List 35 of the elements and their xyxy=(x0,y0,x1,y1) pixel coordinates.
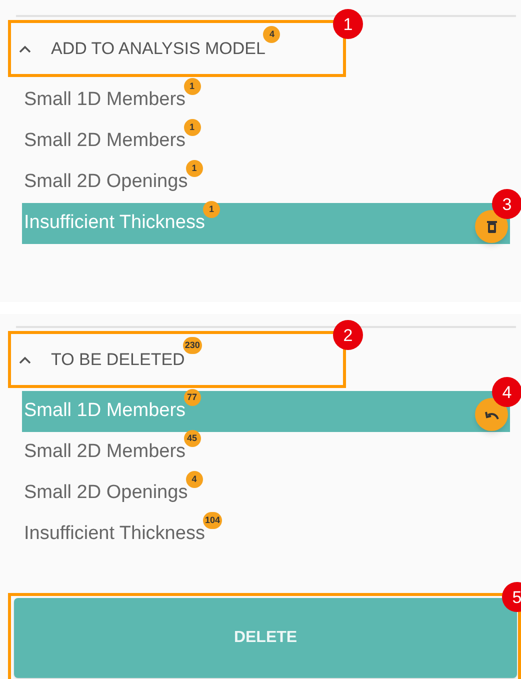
list-item[interactable]: Insufficient Thickness 104 xyxy=(22,514,510,555)
section-title: TO BE DELETED xyxy=(51,348,185,371)
callout-marker: 4 xyxy=(492,377,521,407)
item-label: Small 2D Members xyxy=(24,440,186,464)
section-title: ADD TO ANALYSIS MODEL xyxy=(51,38,266,60)
item-label: Small 1D Members xyxy=(24,399,186,424)
count-badge: 1 xyxy=(202,201,220,218)
item-label: Small 2D Openings xyxy=(24,170,188,194)
item-label: Small 2D Members xyxy=(24,129,186,154)
callout-marker: 1 xyxy=(333,9,363,39)
collapse-toggle[interactable] xyxy=(19,44,31,52)
undo-icon xyxy=(484,410,498,420)
count-badge: 77 xyxy=(184,389,201,406)
collapse-toggle[interactable] xyxy=(19,356,31,364)
list-item[interactable]: Small 2D Members 45 xyxy=(22,432,510,473)
count-badge: 1 xyxy=(184,119,201,136)
count-badge: 230 xyxy=(182,337,202,354)
list-item[interactable]: Small 2D Openings 4 xyxy=(22,473,510,514)
count-badge: 104 xyxy=(202,512,222,529)
count-badge: 4 xyxy=(186,471,203,488)
count-badge: 1 xyxy=(184,78,201,95)
item-label: Insufficient Thickness xyxy=(24,211,205,236)
list-item[interactable]: Small 2D Members 1 xyxy=(22,121,510,162)
chevron-icon xyxy=(19,356,31,364)
callout-marker: 3 xyxy=(492,189,521,219)
trash-icon xyxy=(486,220,496,232)
callout-marker: 2 xyxy=(333,320,363,350)
item-label: Insufficient Thickness xyxy=(24,523,205,546)
chevron-icon xyxy=(19,44,31,52)
count-badge: 1 xyxy=(186,160,203,177)
count-badge: 4 xyxy=(263,26,280,43)
list-item[interactable]: Small 1D Members 1 xyxy=(22,80,510,121)
item-label: Small 1D Members xyxy=(24,88,186,112)
item-label: Small 2D Openings xyxy=(24,481,188,506)
count-badge: 45 xyxy=(184,430,201,447)
